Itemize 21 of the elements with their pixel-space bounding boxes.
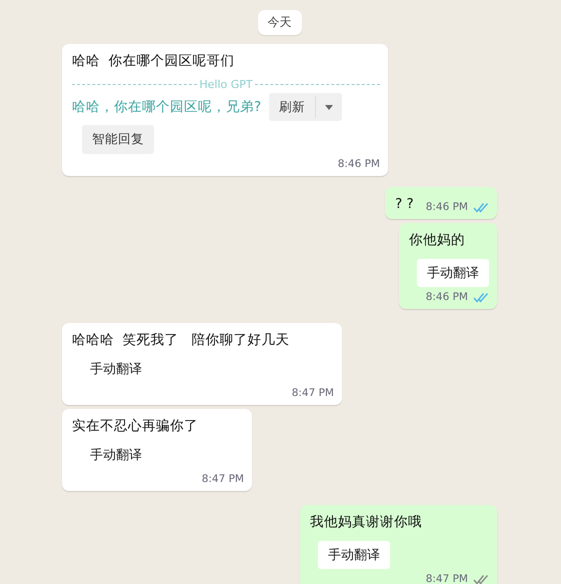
translate-button[interactable]: 手动翻译 [417, 259, 489, 287]
smart-reply-button[interactable]: 智能回复 [82, 125, 154, 154]
refresh-split-button[interactable]: 刷新 [269, 93, 342, 121]
message-time: 8:47 PM [292, 387, 334, 399]
refresh-button[interactable]: 刷新 [269, 93, 316, 121]
translation-text: 哈哈，你在哪个园区呢，兄弟? [72, 98, 262, 116]
message-time: 8:47 PM [202, 473, 244, 485]
message-time: 8:46 PM [426, 201, 468, 213]
date-chip: 今天 [258, 10, 302, 35]
message-text: 哈哈哈 笑死我了 陪你聊了好几天 [72, 331, 290, 349]
message-text: 哈哈 你在哪个园区呢哥们 [72, 52, 235, 70]
message-text: 你他妈的 [409, 231, 465, 249]
message-time: 8:47 PM [426, 573, 468, 584]
gpt-label: Hello GPT [199, 78, 253, 91]
translate-button[interactable]: 手动翻译 [318, 541, 390, 569]
message-text: ? ? [395, 195, 414, 213]
message-text: 我他妈真谢谢你哦 [310, 513, 422, 531]
message-time: 8:46 PM [338, 158, 380, 170]
message-text: 实在不忍心再骗你了 [72, 417, 198, 435]
caret-icon[interactable] [325, 104, 334, 110]
message-time: 8:46 PM [426, 291, 468, 303]
